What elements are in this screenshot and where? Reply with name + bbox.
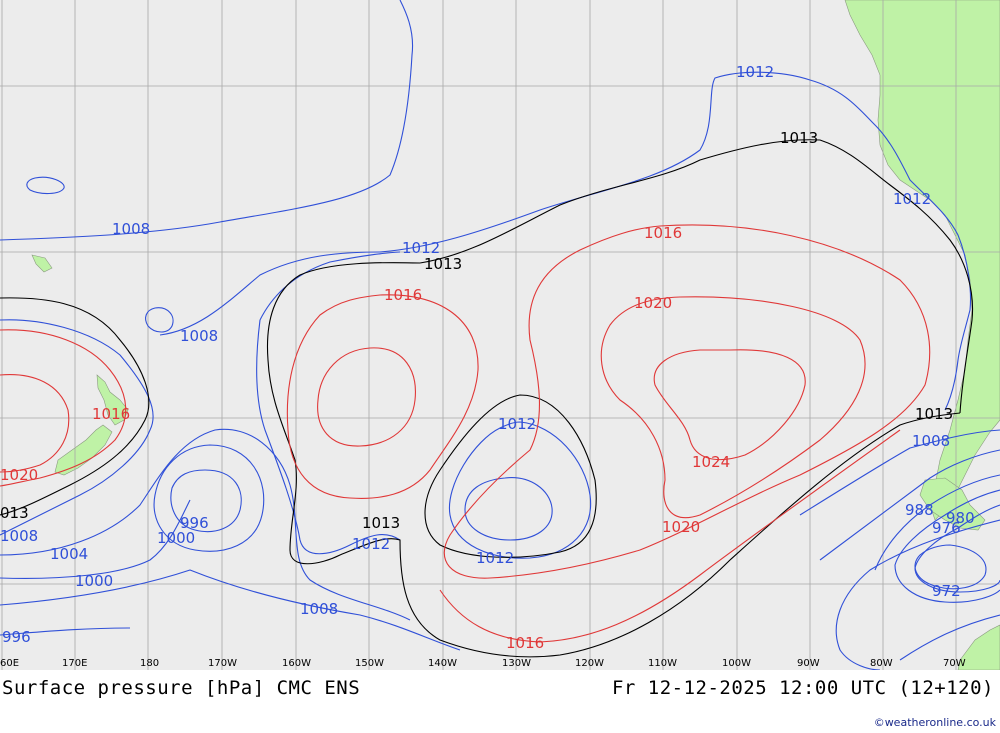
valid-time: Fr 12-12-2025 12:00 UTC (12+120) (611, 677, 994, 699)
isobar-label: 988 (905, 501, 934, 519)
longitude-label: 60E (0, 658, 19, 669)
longitude-label: 170E (62, 658, 87, 669)
map-title: Surface pressure [hPa] CMC ENS (2, 677, 361, 699)
isobar-label: 1012 (352, 535, 390, 553)
isobar-label: 1008 (112, 220, 150, 238)
isobar-label: 1013 (362, 514, 400, 532)
isobar-label: 013 (0, 504, 29, 522)
longitude-label: 170W (208, 658, 237, 669)
isobar-label: 1012 (893, 190, 931, 208)
longitude-label: 120W (575, 658, 604, 669)
isobar-label: 996 (2, 628, 31, 646)
isobar-label: 1020 (662, 518, 700, 536)
isobar-label: 1012 (476, 549, 514, 567)
longitude-label: 90W (797, 658, 820, 669)
isobar-label: 1016 (644, 224, 682, 242)
isobar-label: 972 (932, 582, 961, 600)
isobar-label: 1016 (384, 286, 422, 304)
longitude-label: 130W (502, 658, 531, 669)
isobar-label: 1013 (780, 129, 818, 147)
longitude-label: 70W (943, 658, 966, 669)
isobar-label: 1000 (75, 572, 113, 590)
isobar-label: 976 (932, 519, 961, 537)
isobar-label: 1016 (506, 634, 544, 652)
isobar-label: 1013 (915, 405, 953, 423)
longitude-label: 140W (428, 658, 457, 669)
longitude-label: 160W (282, 658, 311, 669)
isobar-label: 1008 (300, 600, 338, 618)
longitude-label: 150W (355, 658, 384, 669)
credit-link[interactable]: ©weatheronline.co.uk (874, 716, 996, 729)
isobar-label: 1020 (0, 466, 38, 484)
isobar-label: 1013 (424, 255, 462, 273)
longitude-label: 80W (870, 658, 893, 669)
pressure-map: 1012 1008 1012 1008 1012 1012 1012 1012 … (0, 0, 1000, 670)
isobar-label: 1024 (692, 453, 730, 471)
isobar-label: 1008 (180, 327, 218, 345)
isobar-label: 1012 (736, 63, 774, 81)
longitude-label: 110W (648, 658, 677, 669)
isobar-label: 1004 (50, 545, 88, 563)
longitude-label: 180 (140, 658, 159, 669)
longitude-label: 100W (722, 658, 751, 669)
isobar-label: 1000 (157, 529, 195, 547)
isobar-label: 1016 (92, 405, 130, 423)
isobar-label: 1020 (634, 294, 672, 312)
isobar-label: 1012 (498, 415, 536, 433)
isobar-label: 1008 (912, 432, 950, 450)
isobar-label: 1008 (0, 527, 38, 545)
